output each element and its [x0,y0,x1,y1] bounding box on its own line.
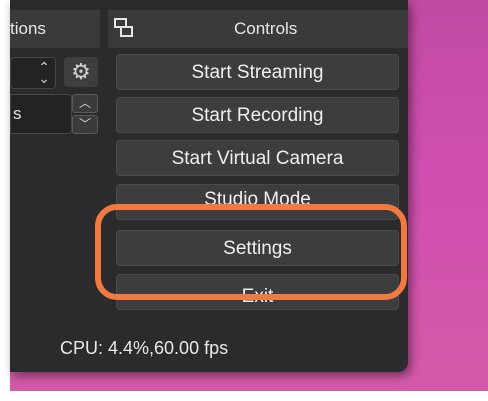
stepper-down-icon[interactable]: ﹀ [72,115,98,134]
transition-select[interactable]: ⌃ ⌄ [10,57,56,89]
duration-field-text: s [13,104,22,123]
desktop-background: tions Controls ⌃ ⌄ ⚙ s ︿ ﹀ Start Streamin… [10,0,488,391]
controls-dock-header: Controls [108,10,408,48]
gear-icon[interactable]: ⚙ [64,57,98,87]
duration-stepper[interactable]: ︿ ﹀ [72,94,98,134]
studio-mode-button[interactable]: Studio Mode [116,184,399,220]
undock-icon[interactable] [114,18,134,38]
transitions-dock-header: tions [10,10,100,48]
duration-field[interactable]: s [10,94,72,134]
cpu-fps-status: CPU: 4.4%,60.00 fps [60,338,229,358]
exit-button[interactable]: Exit [116,274,399,310]
stepper-up-icon[interactable]: ︿ [72,94,98,113]
start-recording-button[interactable]: Start Recording [116,97,399,133]
start-virtual-camera-button[interactable]: Start Virtual Camera [116,140,399,176]
settings-button[interactable]: Settings [116,230,399,266]
start-streaming-button[interactable]: Start Streaming [116,54,399,90]
stepper-icon: ⌃ ⌄ [38,59,50,86]
obs-window: tions Controls ⌃ ⌄ ⚙ s ︿ ﹀ Start Streamin… [10,0,408,372]
controls-dock-title: Controls [234,19,298,38]
transitions-dock-title: tions [10,19,46,38]
